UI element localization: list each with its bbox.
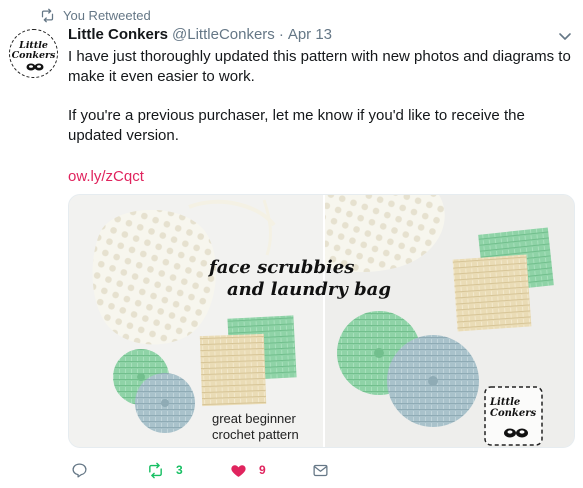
little-conkers-logo: Little Conkers [484, 386, 543, 446]
logo-text-line2: Conkers [490, 408, 536, 419]
tweet-actions: 3 9 [71, 458, 329, 482]
conker-logo-icon [26, 63, 44, 71]
heart-icon [231, 464, 246, 477]
chevron-down-icon[interactable] [558, 32, 572, 42]
like-button[interactable]: 9 [230, 462, 312, 479]
envelope-icon [313, 464, 328, 476]
logo-text-line1: Little [489, 397, 520, 408]
tweet-header: Little Conkers @LittleConkers · Apr 13 [68, 26, 332, 45]
author-name[interactable]: Little Conkers [68, 26, 168, 43]
blue-round-scrubby-right [387, 335, 479, 427]
retweet-icon [149, 462, 162, 478]
retweet-count: 3 [176, 463, 183, 477]
header-separator: · [278, 26, 284, 43]
blue-round-scrubby [135, 373, 195, 433]
retweet-icon [41, 8, 54, 22]
tweet-media-image[interactable]: face scrubbies and laundry bag great beg… [68, 194, 575, 448]
retweet-context: You Retweeted [40, 6, 151, 24]
tweet-link[interactable]: ow.ly/zCqct [68, 167, 144, 187]
retweet-button[interactable]: 3 [147, 462, 230, 479]
like-count: 9 [259, 463, 266, 477]
media-caption-line2: crochet pattern [212, 427, 299, 442]
direct-message-button[interactable] [312, 462, 329, 479]
avatar[interactable]: Little Conkers [9, 29, 58, 78]
tweet-paragraph-1: I have just thoroughly updated this patt… [68, 48, 571, 85]
cream-square-scrubby [199, 333, 267, 407]
media-title-line1: face scrubbies [207, 257, 354, 278]
tweet-text: I have just thoroughly updated this patt… [68, 47, 573, 185]
tweet-date[interactable]: Apr 13 [288, 26, 332, 43]
media-caption-line1: great beginner [212, 411, 297, 426]
tweet-paragraph-2: If you're a previous purchaser, let me k… [68, 107, 525, 144]
media-title-line2: and laundry bag [227, 279, 391, 300]
reply-icon [72, 462, 87, 478]
reply-button[interactable] [71, 462, 147, 479]
avatar-text-line2: Conkers [11, 50, 56, 61]
cream-square-scrubby-right [452, 254, 532, 332]
retweet-context-label: You Retweeted [63, 7, 151, 23]
author-handle[interactable]: @LittleConkers [172, 26, 275, 43]
